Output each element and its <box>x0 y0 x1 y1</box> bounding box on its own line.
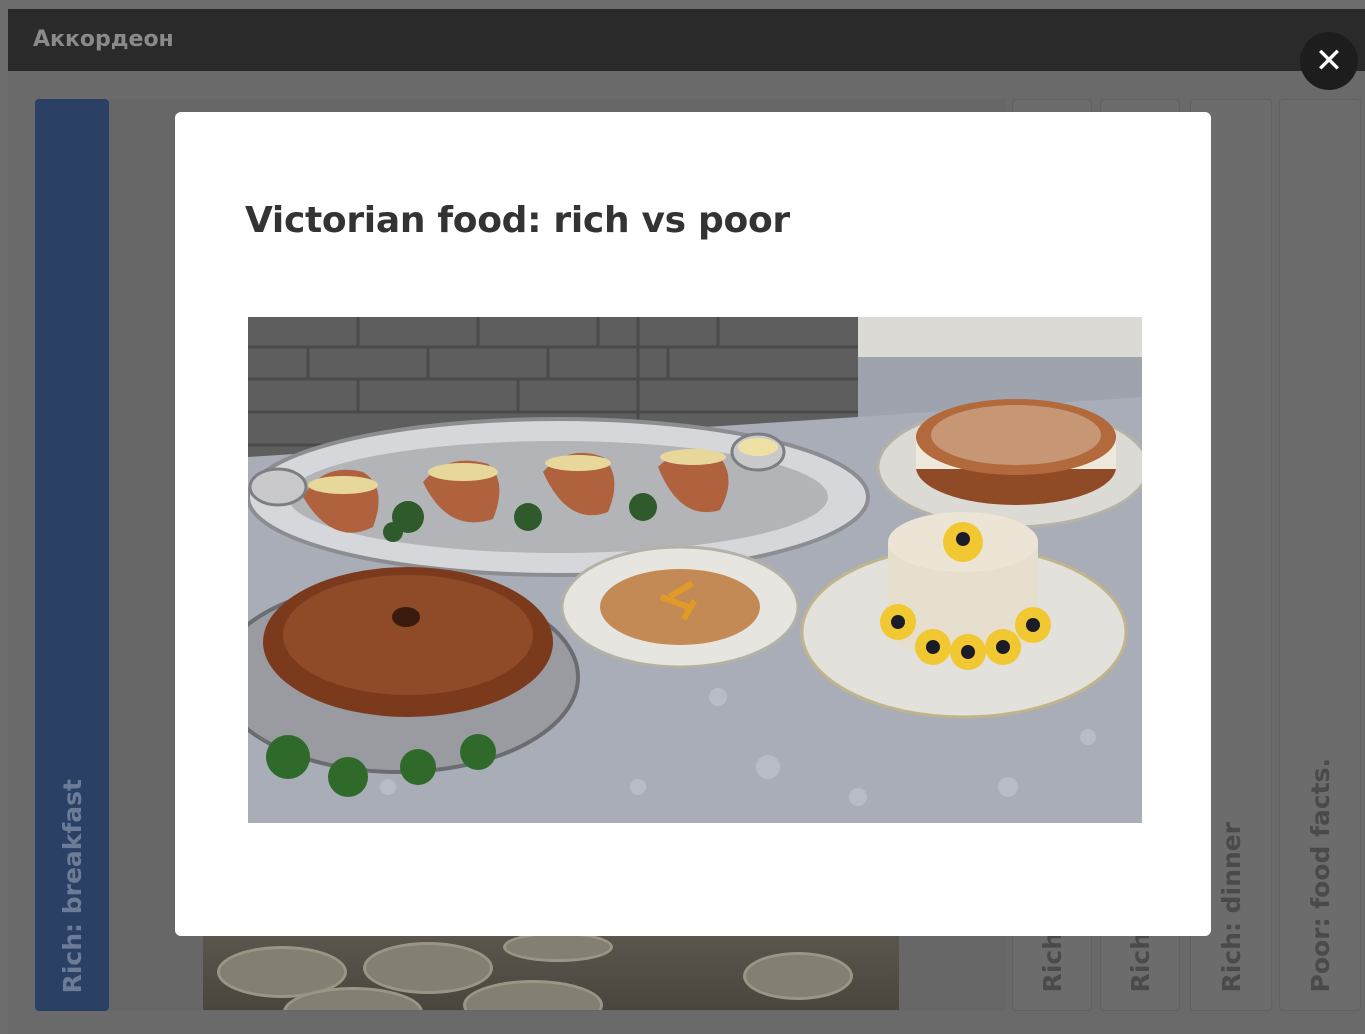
close-glyph: ✕ <box>1314 41 1344 81</box>
lightbox-modal: Victorian food: rich vs poor <box>175 112 1211 936</box>
modal-title: Victorian food: rich vs poor <box>245 200 790 241</box>
food-photo <box>248 317 1142 823</box>
close-icon[interactable]: ✕ <box>1300 32 1358 90</box>
food-photo-illustration <box>248 317 1142 823</box>
